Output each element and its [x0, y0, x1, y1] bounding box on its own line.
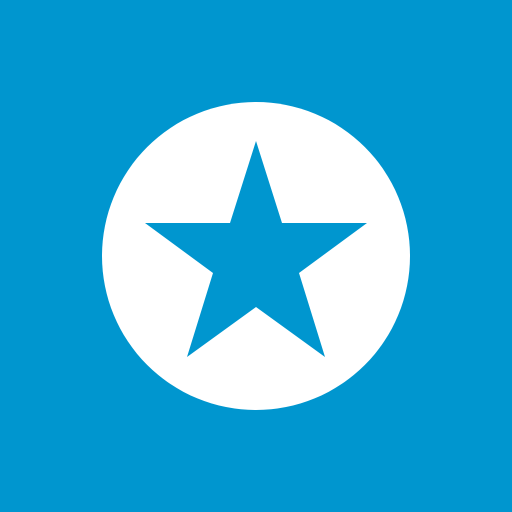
icon-canvas — [0, 0, 512, 512]
star-badge-icon — [0, 0, 512, 512]
